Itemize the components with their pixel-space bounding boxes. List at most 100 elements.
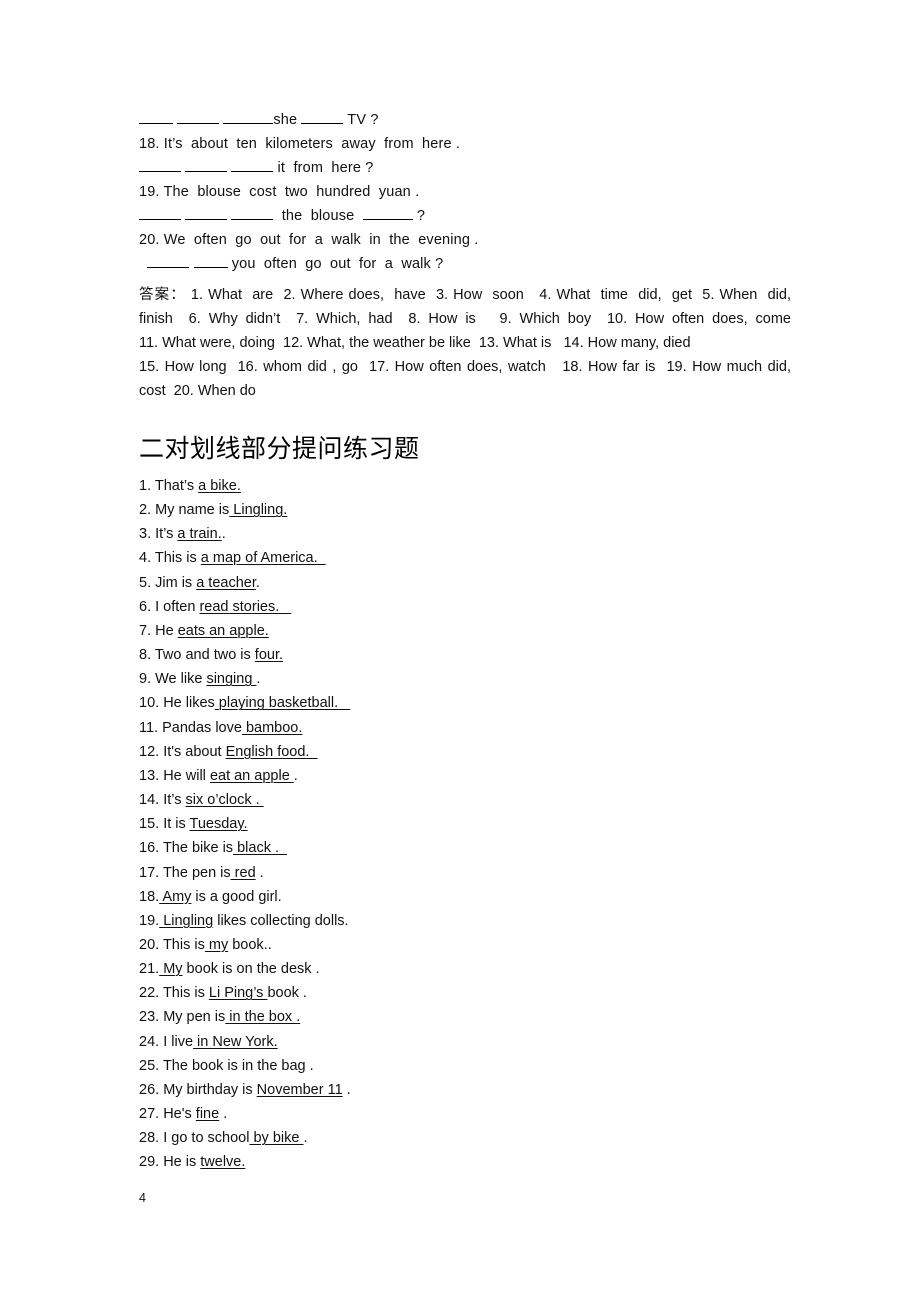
answer-blank[interactable] <box>185 205 228 220</box>
practice-item-text: I often <box>151 598 200 615</box>
practice-item-text: It’s <box>151 526 178 543</box>
underlined-answer-phrase: playing basketball. <box>214 695 351 712</box>
practice-item: 6. I often read stories. <box>139 595 799 619</box>
answer-key-line: 15. How long 16. whom did , go 17. How o… <box>139 359 791 375</box>
practice-item-text: The bike is <box>159 840 234 857</box>
underlined-answer-phrase: a bike. <box>198 478 241 494</box>
answer-blank[interactable] <box>301 109 344 124</box>
practice-item-text: This is <box>159 936 205 953</box>
practice-item-number: 11. <box>139 719 159 736</box>
answer-key-line: 答案： 1. What are 2. Where does, have 3. H… <box>139 287 791 303</box>
practice-item: 12. It's about English food. <box>139 740 799 764</box>
practice-item-text: book is on the desk . <box>182 961 320 978</box>
answer-blank[interactable] <box>223 109 274 124</box>
practice-item-number: 8. <box>139 647 152 664</box>
practice-item-text: I live <box>159 1033 194 1050</box>
practice-item-number: 22. <box>139 985 160 1002</box>
underlined-answer-phrase: four. <box>254 647 284 664</box>
practice-item-text: I go to school <box>159 1130 250 1147</box>
underlined-answer-phrase: in the box . <box>225 1009 301 1026</box>
underlined-answer-phrase: singing <box>206 671 257 688</box>
practice-item-number: 13. <box>139 767 160 784</box>
practice-item: 14. It’s six o’clock . <box>139 788 799 812</box>
practice-item: 1. That’s a bike. <box>139 474 799 498</box>
practice-item: 22. This is Li Ping’s book . <box>139 981 799 1005</box>
practice-item-text: He <box>151 622 178 639</box>
answer-blank[interactable] <box>231 157 274 172</box>
practice-item-number: 2. <box>139 502 152 519</box>
underlined-answer-phrase: Amy <box>159 888 192 905</box>
answer-blank[interactable] <box>231 205 274 220</box>
practice-item-text: book.. <box>228 936 272 953</box>
practice-item-text: Two and two is <box>151 647 255 664</box>
practice-item-number: 26. <box>139 1081 160 1098</box>
practice-item: 3. It’s a train.. <box>139 522 799 546</box>
section-heading: 二对划线部分提问练习题 <box>139 434 420 463</box>
practice-item: 20. This is my book.. <box>139 933 799 957</box>
underlined-answer-phrase: in New York. <box>193 1033 278 1050</box>
exercise-answer-line: the blouse ? <box>139 204 791 228</box>
underlined-answer-phrase: red <box>230 864 256 881</box>
document-page: she TV ? 18. It’s about ten kilometers aw… <box>0 0 920 1302</box>
answer-blank[interactable] <box>139 157 181 172</box>
underlined-answer-phrase: Tuesday. <box>189 816 248 833</box>
practice-item-text: This is <box>151 550 201 567</box>
practice-item: 4. This is a map of America. <box>139 546 799 570</box>
practice-item: 23. My pen is in the box . <box>139 1005 799 1029</box>
practice-item-text: likes collecting dolls. <box>213 912 349 929</box>
practice-item: 9. We like singing . <box>139 667 799 691</box>
practice-item: 17. The pen is red . <box>139 861 799 885</box>
practice-item: 8. Two and two is four. <box>139 643 799 667</box>
underlined-answer-phrase: eats an apple. <box>177 622 269 639</box>
practice-item: 19. Lingling likes collecting dolls. <box>139 909 799 933</box>
answer-blank[interactable] <box>177 109 220 124</box>
answer-key-line: cost 20. When do <box>139 383 256 399</box>
practice-item-number: 6. <box>139 598 152 615</box>
practice-item-text: . <box>219 1106 228 1123</box>
underlined-answer-phrase: my <box>204 936 229 953</box>
practice-item: 5. Jim is a teacher. <box>139 571 799 595</box>
underlined-answer-phrase: six o’clock . <box>185 792 264 809</box>
practice-item-number: 24. <box>139 1033 160 1050</box>
underlined-answer-phrase: a train. <box>177 526 222 543</box>
practice-item-text: . <box>255 864 264 881</box>
practice-item: 29. He is twelve. <box>139 1150 799 1174</box>
practice-item-text: . <box>221 526 226 543</box>
practice-item-text: It is <box>159 816 190 833</box>
practice-item-text: Jim is <box>151 574 197 591</box>
page-number: 4 <box>139 1191 146 1205</box>
practice-item-text: It's about <box>159 743 226 760</box>
practice-item-text: He's <box>159 1106 196 1123</box>
underlined-answer-phrase: bamboo. <box>241 719 303 736</box>
exercise-answer-line: she TV ? <box>139 108 791 132</box>
practice-item-text: Pandas love <box>158 719 242 736</box>
underlined-answer-phrase: fine <box>195 1106 220 1123</box>
practice-item-number: 9. <box>139 671 152 688</box>
answer-blank[interactable] <box>139 109 173 124</box>
answer-blank[interactable] <box>362 205 413 220</box>
practice-item-number: 17. <box>139 864 160 881</box>
practice-item: 26. My birthday is November 11 . <box>139 1078 799 1102</box>
practice-item-text: . <box>256 671 261 688</box>
practice-item-text: . <box>342 1081 351 1098</box>
answer-blank[interactable] <box>185 157 228 172</box>
practice-item-text: My birthday is <box>159 1081 257 1098</box>
underlined-answer-phrase: November 11 <box>256 1081 343 1098</box>
answer-blank[interactable] <box>147 253 190 268</box>
practice-item-number: 18. <box>139 888 160 905</box>
answer-blank[interactable] <box>139 205 181 220</box>
practice-item-text: . <box>303 1130 308 1147</box>
practice-item-text: That’s <box>151 478 199 494</box>
underlined-answer-phrase: read stories. <box>199 598 292 615</box>
practice-item: 7. He eats an apple. <box>139 619 799 643</box>
answer-blank[interactable] <box>193 253 228 268</box>
practice-item-text: It’s <box>159 792 186 809</box>
exercise-prompt-line: 20. We often go out for a walk in the ev… <box>139 232 479 248</box>
practice-item-text: This is <box>159 985 209 1002</box>
exercise-answer-line: you often go out for a walk ? <box>139 252 791 276</box>
practice-item-number: 28. <box>139 1130 160 1147</box>
answer-key-line: 11. What were, doing 12. What, the weath… <box>139 335 691 351</box>
underlined-answer-phrase: My <box>159 961 183 978</box>
practice-item-number: 21. <box>139 961 160 978</box>
practice-item-number: 27. <box>139 1106 160 1123</box>
